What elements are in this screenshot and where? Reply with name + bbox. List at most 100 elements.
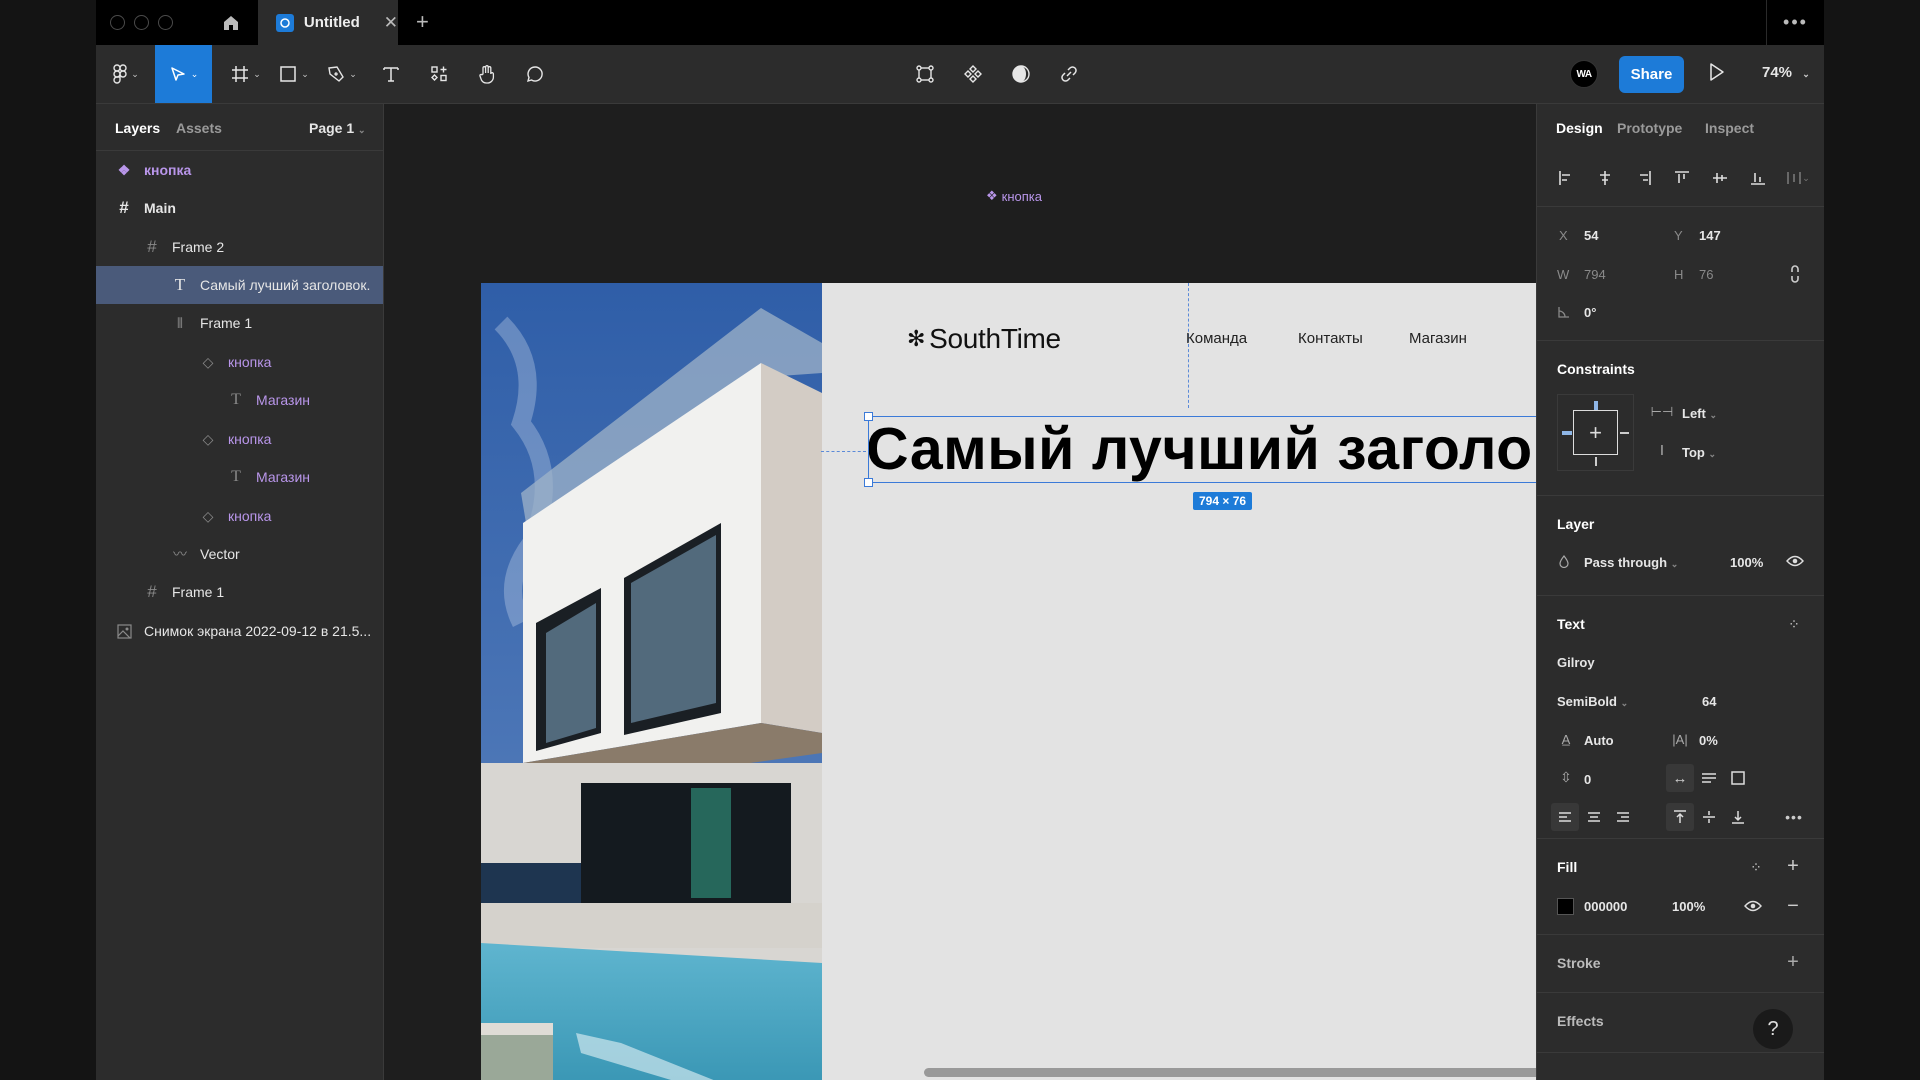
rotation-input[interactable]: 0°: [1584, 305, 1596, 320]
layer-item[interactable]: T Магазин: [96, 458, 383, 496]
constraint-right-marker[interactable]: [1620, 432, 1629, 434]
close-window-button[interactable]: [110, 15, 125, 30]
add-stroke-icon[interactable]: +: [1782, 951, 1804, 973]
layer-item-selected[interactable]: T Самый лучший заголовок.: [96, 266, 383, 304]
tab-assets[interactable]: Assets: [176, 120, 222, 136]
constraint-left-marker[interactable]: [1562, 431, 1572, 435]
user-avatar[interactable]: WA: [1570, 60, 1598, 88]
resize-handle-bottom-left[interactable]: [864, 478, 873, 487]
nav-link-team[interactable]: Команда: [1186, 330, 1247, 347]
constraint-bottom-marker[interactable]: [1595, 457, 1597, 466]
constrain-proportions-icon[interactable]: [1786, 263, 1804, 285]
line-height-input[interactable]: Auto: [1584, 733, 1614, 748]
width-input[interactable]: 794: [1584, 267, 1606, 282]
layer-item[interactable]: ⦀ Frame 1: [96, 304, 383, 342]
pen-tool[interactable]: ⌄: [320, 45, 364, 103]
maximize-window-button[interactable]: [158, 15, 173, 30]
zoom-dropdown[interactable]: 74% ⌄: [1762, 64, 1810, 81]
add-fill-icon[interactable]: +: [1782, 855, 1804, 877]
fill-styles-icon[interactable]: ⁘: [1746, 857, 1766, 877]
more-options-button[interactable]: •••: [1766, 0, 1824, 45]
create-component-button[interactable]: [954, 45, 992, 103]
share-button[interactable]: Share: [1619, 56, 1684, 93]
tab-layers[interactable]: Layers: [115, 120, 160, 136]
align-text-top-icon[interactable]: [1666, 803, 1694, 831]
align-text-center-icon[interactable]: [1580, 803, 1608, 831]
remove-fill-icon[interactable]: −: [1782, 895, 1804, 917]
main-frame[interactable]: ✻ SouthTime Команда Контакты Магазин Сам…: [481, 283, 1568, 1080]
y-input[interactable]: 147: [1699, 228, 1721, 243]
create-component-set-button[interactable]: [906, 45, 944, 103]
vertical-constraint-select[interactable]: Top ⌄: [1682, 445, 1716, 460]
align-vertical-center-icon[interactable]: [1709, 167, 1731, 189]
layer-item[interactable]: # Frame 1: [96, 573, 383, 611]
link-button[interactable]: [1050, 45, 1088, 103]
canvas[interactable]: ❖ кнопка ✻ SouthTime Команда Контакты Ма…: [385, 104, 1631, 1080]
height-input[interactable]: 76: [1699, 267, 1713, 282]
fill-hex-input[interactable]: 000000: [1584, 899, 1627, 914]
horizontal-scrollbar[interactable]: [924, 1068, 1617, 1077]
layer-item[interactable]: T Магазин: [96, 381, 383, 419]
tab-design[interactable]: Design: [1556, 120, 1603, 136]
align-right-icon[interactable]: [1633, 167, 1655, 189]
text-styles-icon[interactable]: ⁘: [1784, 614, 1804, 634]
distribute-dropdown[interactable]: ⌄: [1783, 167, 1813, 189]
resize-handle-top-left[interactable]: [864, 412, 873, 421]
home-button[interactable]: [204, 0, 258, 45]
help-button[interactable]: ?: [1753, 1009, 1793, 1049]
site-logo[interactable]: ✻ SouthTime: [907, 323, 1061, 355]
layer-item[interactable]: ◇ кнопка: [96, 420, 383, 458]
fill-opacity-input[interactable]: 100%: [1672, 899, 1705, 914]
horizontal-constraint-select[interactable]: Left ⌄: [1682, 406, 1717, 421]
present-button[interactable]: [1708, 61, 1726, 88]
layer-opacity-input[interactable]: 100%: [1730, 555, 1763, 570]
mask-button[interactable]: [1002, 45, 1040, 103]
file-tab[interactable]: Untitled ✕: [258, 0, 398, 45]
align-top-icon[interactable]: [1671, 167, 1693, 189]
align-text-right-icon[interactable]: [1609, 803, 1637, 831]
align-horizontal-center-icon[interactable]: [1594, 167, 1616, 189]
minimize-window-button[interactable]: [134, 15, 149, 30]
layer-item[interactable]: # Frame 2: [96, 228, 383, 266]
letter-spacing-input[interactable]: 0%: [1699, 733, 1718, 748]
more-text-options-icon[interactable]: •••: [1780, 803, 1808, 831]
page-selector[interactable]: Page 1 ⌄: [309, 120, 366, 136]
layer-item[interactable]: ◇ кнопка: [96, 343, 383, 381]
x-input[interactable]: 54: [1584, 228, 1598, 243]
component-frame-label[interactable]: ❖ кнопка: [986, 188, 1042, 204]
align-bottom-icon[interactable]: [1747, 167, 1769, 189]
auto-height-icon[interactable]: [1695, 764, 1723, 792]
fixed-size-icon[interactable]: [1724, 764, 1752, 792]
frame-tool[interactable]: ⌄: [224, 45, 268, 103]
text-tool[interactable]: [372, 45, 410, 103]
nav-link-contacts[interactable]: Контакты: [1298, 330, 1363, 347]
resources-tool[interactable]: [420, 45, 458, 103]
tab-inspect[interactable]: Inspect: [1705, 120, 1754, 136]
font-family-select[interactable]: Gilroy: [1557, 655, 1595, 670]
layer-item[interactable]: # Main: [96, 189, 383, 227]
fill-color-swatch[interactable]: [1557, 898, 1574, 915]
align-left-icon[interactable]: [1555, 167, 1577, 189]
layer-item[interactable]: ❖ кнопка: [96, 151, 383, 189]
fill-visibility-eye-icon[interactable]: [1742, 897, 1764, 915]
comment-tool[interactable]: [516, 45, 554, 103]
blend-mode-select[interactable]: Pass through ⌄: [1584, 555, 1678, 570]
tab-prototype[interactable]: Prototype: [1617, 120, 1682, 136]
close-tab-icon[interactable]: ✕: [384, 13, 398, 33]
hand-tool[interactable]: [468, 45, 506, 103]
layer-item[interactable]: Снимок экрана 2022-09-12 в 21.5...: [96, 612, 383, 650]
visibility-eye-icon[interactable]: [1784, 552, 1806, 570]
align-text-middle-icon[interactable]: [1695, 803, 1723, 831]
layer-item[interactable]: ◇ кнопка: [96, 497, 383, 535]
font-size-input[interactable]: 64: [1702, 694, 1716, 709]
auto-width-icon[interactable]: ↔: [1666, 764, 1694, 792]
layer-item[interactable]: 〰 Vector: [96, 535, 383, 573]
shape-tool[interactable]: ⌄: [272, 45, 316, 103]
font-weight-select[interactable]: SemiBold ⌄: [1557, 694, 1628, 709]
constraints-widget[interactable]: +: [1557, 394, 1634, 471]
move-tool[interactable]: ⌄: [155, 45, 212, 103]
new-tab-button[interactable]: +: [416, 10, 429, 34]
constraint-top-marker[interactable]: [1594, 401, 1598, 410]
align-text-left-icon[interactable]: [1551, 803, 1579, 831]
nav-link-shop[interactable]: Магазин: [1409, 330, 1467, 347]
